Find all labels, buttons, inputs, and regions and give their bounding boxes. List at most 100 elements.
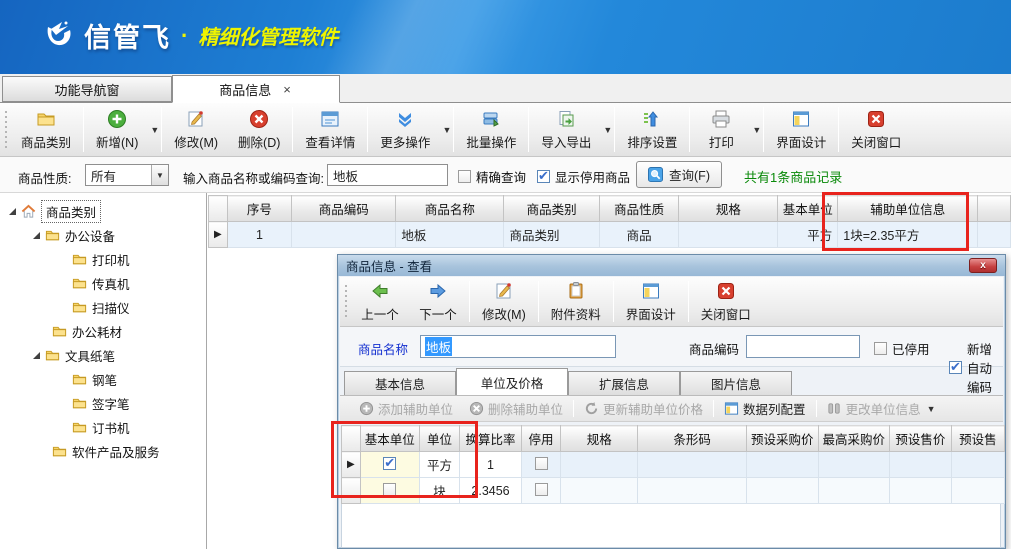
col-spec[interactable]: 规格 (679, 196, 778, 222)
cell-preset-purchase[interactable] (747, 478, 819, 504)
cell-stopped[interactable] (521, 452, 560, 478)
col-unit[interactable]: 单位 (419, 426, 459, 452)
cell-base-unit[interactable] (360, 478, 419, 504)
col-nature[interactable]: 商品性质 (599, 196, 679, 222)
tab-product-info[interactable]: 商品信息 × (172, 75, 340, 103)
combo-dropdown-icon[interactable]: ▼ (151, 165, 168, 185)
unit-table-row[interactable]: 块 2.3456 (342, 478, 1005, 504)
toolbar-product-category-button[interactable]: 商品类别 (11, 103, 81, 156)
cell-aux-unit-info[interactable]: 1块=2.35平方 (838, 222, 978, 248)
toolbar-edit-button[interactable]: 修改(M) (164, 103, 228, 156)
tab-image-info[interactable]: 图片信息 (680, 371, 792, 395)
cell-seq[interactable]: 1 (227, 222, 291, 248)
tree-expand-icon[interactable] (9, 208, 16, 215)
tree-node[interactable]: 订书机 (0, 415, 206, 439)
cell-ratio[interactable]: 2.3456 (460, 478, 522, 504)
tree-node[interactable]: 办公耗材 (0, 319, 206, 343)
cell-preset-sale2[interactable] (951, 452, 1004, 478)
cell-spec[interactable] (561, 452, 638, 478)
cell-barcode[interactable] (638, 478, 747, 504)
more-actions-dropdown-icon[interactable]: ▼ (442, 125, 451, 135)
print-dropdown-icon[interactable]: ▼ (752, 125, 761, 135)
toolbar-view-detail-button[interactable]: 查看详情 (295, 103, 365, 156)
cell-spec[interactable] (561, 478, 638, 504)
add-aux-unit-button[interactable]: 添加辅助单位 (351, 399, 461, 418)
checkbox-icon[interactable] (535, 483, 548, 496)
tree-node[interactable]: 扫描仪 (0, 295, 206, 319)
dialog-ui-design-button[interactable]: 界面设计 (616, 277, 686, 326)
toolbar-batch-button[interactable]: 批量操作 (456, 103, 526, 156)
dialog-attachment-button[interactable]: 附件资料 (541, 277, 611, 326)
cell-barcode[interactable] (638, 452, 747, 478)
cell-preset-sale[interactable] (890, 452, 952, 478)
dialog-next-button[interactable]: 下一个 (409, 277, 467, 326)
cell-preset-sale2[interactable] (951, 478, 1004, 504)
tree-node[interactable]: 钢笔 (0, 367, 206, 391)
cell-max-purchase[interactable] (818, 478, 890, 504)
col-spec[interactable]: 规格 (561, 426, 638, 452)
cell-name[interactable]: 地板 (396, 222, 504, 248)
tree-expand-icon[interactable] (33, 352, 40, 359)
cell-unit[interactable]: 平方 (419, 452, 459, 478)
cell-base-unit[interactable] (360, 452, 419, 478)
show-disabled-checkbox[interactable]: 显示停用商品 (537, 167, 630, 186)
tree-node[interactable]: 打印机 (0, 247, 206, 271)
cell-stopped[interactable] (521, 478, 560, 504)
add-dropdown-icon[interactable]: ▼ (150, 125, 159, 135)
tree-expand-icon[interactable] (33, 232, 40, 239)
tab-nav-window[interactable]: 功能导航窗 (2, 76, 172, 102)
dialog-titlebar[interactable]: 商品信息 - 查看 x (338, 255, 1005, 276)
checkbox-icon[interactable] (537, 170, 550, 183)
checkbox-icon[interactable] (458, 170, 471, 183)
cell-category[interactable]: 商品类别 (504, 222, 599, 248)
exact-query-checkbox[interactable]: 精确查询 (458, 167, 526, 186)
cell-ratio[interactable]: 1 (460, 452, 522, 478)
col-code[interactable]: 商品编码 (292, 196, 396, 222)
tab-basic-info[interactable]: 基本信息 (344, 371, 456, 395)
dialog-edit-button[interactable]: 修改(M) (472, 277, 536, 326)
col-stopped[interactable]: 停用 (521, 426, 560, 452)
tab-extended-info[interactable]: 扩展信息 (568, 371, 680, 395)
dialog-close-button[interactable]: x (969, 258, 997, 273)
change-unit-info-button[interactable]: 更改单位信息 ▼ (819, 399, 944, 418)
query-button[interactable]: 查询(F) (636, 161, 722, 188)
col-aux-unit-info[interactable]: 辅助单位信息 (838, 196, 978, 222)
col-preset-sale[interactable]: 预设售价 (890, 426, 952, 452)
tree-node[interactable]: 签字笔 (0, 391, 206, 415)
dialog-close-window-button[interactable]: 关闭窗口 (691, 277, 761, 326)
cell-spec[interactable] (679, 222, 778, 248)
cell-unit[interactable]: 块 (419, 478, 459, 504)
toolbar-delete-button[interactable]: 删除(D) (228, 103, 290, 156)
product-name-input[interactable]: 地板 (420, 335, 616, 358)
col-barcode[interactable]: 条形码 (638, 426, 747, 452)
col-preset-purchase[interactable]: 预设采购价 (747, 426, 819, 452)
toolbar-sort-button[interactable]: 排序设置 (617, 103, 687, 156)
col-category[interactable]: 商品类别 (504, 196, 599, 222)
toolbar-ui-design-button[interactable]: 界面设计 (766, 103, 836, 156)
toolbar-import-export-button[interactable]: 导入导出 (531, 106, 601, 154)
checkbox-icon[interactable] (535, 457, 548, 470)
col-ratio[interactable]: 换算比率 (460, 426, 522, 452)
toolbar-add-button[interactable]: 新增(N) (86, 106, 148, 154)
col-base-unit[interactable]: 基本单位 (778, 196, 838, 222)
tab-close-icon[interactable]: × (281, 82, 293, 97)
remove-aux-unit-button[interactable]: 删除辅助单位 (461, 399, 571, 418)
tree-node-root[interactable]: 商品类别 (0, 199, 206, 223)
cell-nature[interactable]: 商品 (599, 222, 679, 248)
column-config-button[interactable]: 数据列配置 (716, 399, 814, 418)
cell-base-unit[interactable]: 平方 (778, 222, 838, 248)
cell-preset-sale[interactable] (890, 478, 952, 504)
col-name[interactable]: 商品名称 (396, 196, 504, 222)
toolbar-more-actions-button[interactable]: 更多操作 (370, 106, 440, 154)
update-aux-price-button[interactable]: 更新辅助单位价格 (576, 399, 711, 418)
dialog-prev-button[interactable]: 上一个 (351, 277, 409, 326)
disabled-checkbox[interactable]: 已停用 (874, 339, 930, 358)
tab-unit-price[interactable]: 单位及价格 (456, 368, 568, 395)
checkbox-icon[interactable] (383, 483, 396, 496)
cell-preset-purchase[interactable] (747, 452, 819, 478)
import-export-dropdown-icon[interactable]: ▼ (603, 125, 612, 135)
col-preset-sale2[interactable]: 预设售 (951, 426, 1004, 452)
toolbar-close-window-button[interactable]: 关闭窗口 (841, 103, 911, 156)
tree-node[interactable]: 软件产品及服务 (0, 439, 206, 463)
product-nature-select[interactable]: 所有 ▼ (85, 164, 169, 186)
